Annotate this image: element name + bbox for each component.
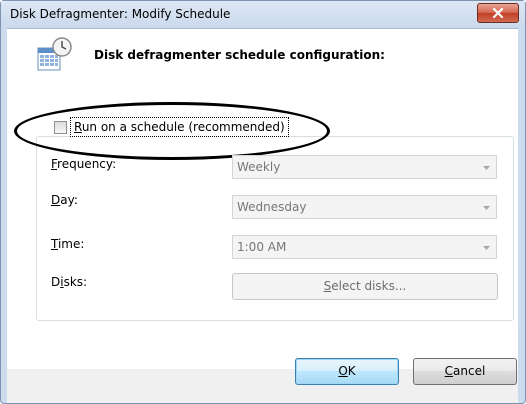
- window-title: Disk Defragmenter: Modify Schedule: [10, 7, 231, 21]
- day-select[interactable]: Wednesday: [232, 195, 497, 219]
- frequency-label-text: requency:: [57, 157, 117, 171]
- time-label-text: ime:: [57, 237, 85, 251]
- disks-label-pre: D: [51, 275, 61, 289]
- chevron-down-icon: [483, 246, 490, 250]
- chevron-down-icon: [483, 166, 490, 170]
- ok-button[interactable]: OK: [295, 358, 399, 385]
- time-label: Time:: [51, 237, 84, 251]
- highlight-ellipse: [14, 102, 330, 160]
- title-bar[interactable]: Disk Defragmenter: Modify Schedule: [1, 1, 525, 28]
- close-button[interactable]: [477, 3, 519, 23]
- cancel-accelerator: C: [444, 364, 454, 378]
- select-disks-label: elect disks...: [331, 279, 407, 293]
- ok-label: K: [347, 364, 356, 378]
- select-disks-button[interactable]: Select disks...: [232, 273, 498, 300]
- frequency-label: Frequency:: [51, 157, 116, 171]
- cancel-label: ancel: [453, 364, 486, 378]
- ok-accelerator: O: [338, 364, 348, 378]
- time-select[interactable]: 1:00 AM: [232, 235, 497, 259]
- day-accelerator: D: [51, 193, 61, 207]
- calendar-clock-icon: [37, 37, 72, 71]
- disks-label: Disks:: [51, 275, 87, 289]
- time-value: 1:00 AM: [237, 240, 287, 254]
- cancel-button[interactable]: Cancel: [413, 358, 517, 385]
- close-icon: [493, 8, 503, 18]
- header-title: Disk defragmenter schedule configuration…: [94, 48, 385, 62]
- chevron-down-icon: [483, 206, 490, 210]
- frequency-select[interactable]: Weekly: [232, 155, 497, 179]
- disks-label-post: sks:: [63, 275, 88, 289]
- day-value: Wednesday: [237, 200, 307, 214]
- day-label-text: ay:: [60, 193, 78, 207]
- time-accelerator: T: [51, 237, 58, 251]
- day-label: Day:: [51, 193, 78, 207]
- frequency-value: Weekly: [237, 160, 281, 174]
